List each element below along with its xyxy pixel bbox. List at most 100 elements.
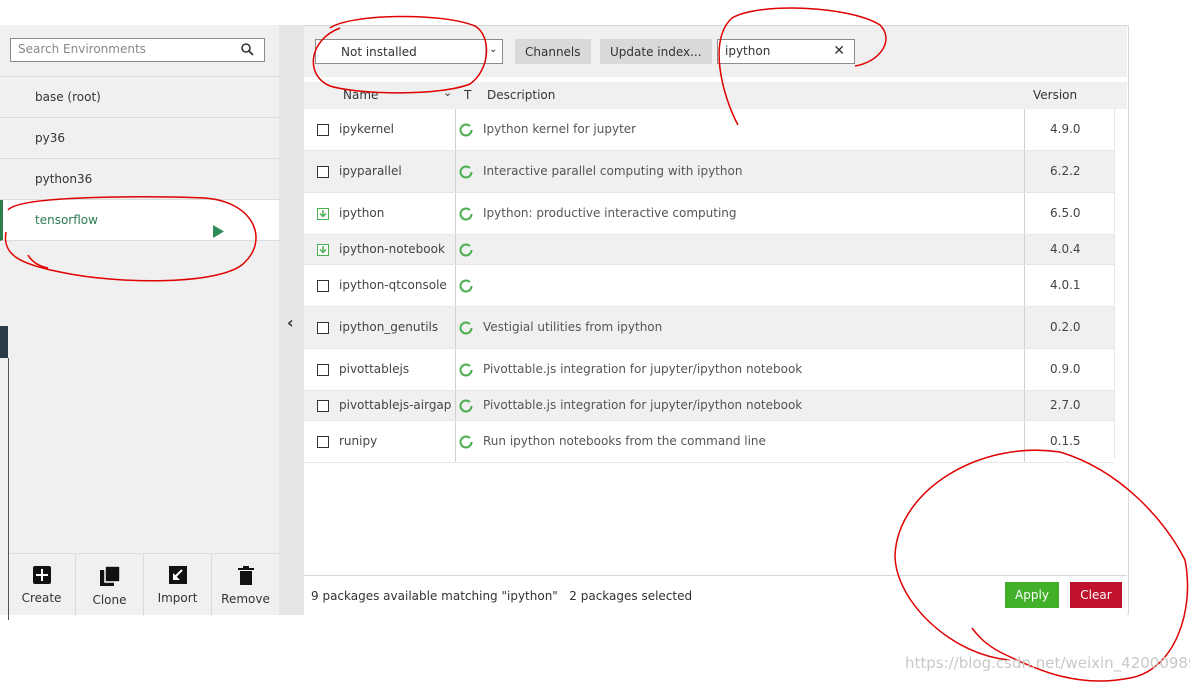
- header-version[interactable]: Version: [1033, 88, 1077, 102]
- package-search-input[interactable]: [725, 40, 825, 61]
- window-edge-line: [8, 358, 9, 620]
- chevron-down-icon[interactable]: ⌄: [443, 86, 452, 99]
- column-divider: [1024, 151, 1025, 192]
- table-scrollbar[interactable]: [1114, 109, 1128, 459]
- copy-icon: [99, 565, 121, 589]
- channels-button[interactable]: Channels: [515, 39, 591, 64]
- env-item-base[interactable]: base (root): [0, 77, 279, 118]
- package-description: Interactive parallel computing with ipyt…: [483, 164, 743, 178]
- status-ring-icon: [459, 363, 473, 380]
- packages-toolbar: Not installed ⌄ Channels Update index...…: [304, 26, 1127, 77]
- package-name: ipython: [339, 206, 385, 220]
- import-button[interactable]: Import: [144, 554, 212, 616]
- header-type[interactable]: T: [464, 88, 471, 102]
- install-checkbox-marked[interactable]: [317, 208, 329, 220]
- table-row[interactable]: ipython Ipython: productive interactive c…: [304, 193, 1114, 235]
- table-row[interactable]: pivottablejs Pivottable.js integration fo…: [304, 349, 1114, 391]
- column-divider: [455, 193, 456, 234]
- install-checkbox[interactable]: [317, 436, 329, 448]
- clear-button[interactable]: Clear: [1070, 582, 1122, 608]
- install-checkbox[interactable]: [317, 322, 329, 334]
- header-name[interactable]: Name: [343, 88, 378, 102]
- header-description[interactable]: Description: [487, 88, 555, 102]
- remove-button[interactable]: Remove: [212, 554, 279, 616]
- package-description: Run ipython notebooks from the command l…: [483, 434, 766, 448]
- column-divider: [455, 307, 456, 348]
- package-version: 0.1.5: [1050, 434, 1081, 448]
- table-row[interactable]: ipython-notebook 4.0.4: [304, 235, 1114, 265]
- status-text: 9 packages available matching "ipython" …: [311, 589, 692, 603]
- apply-button[interactable]: Apply: [1005, 582, 1059, 608]
- create-label: Create: [21, 591, 62, 605]
- package-name: runipy: [339, 434, 378, 448]
- column-divider: [1024, 307, 1025, 348]
- status-ring-icon: [459, 207, 473, 224]
- install-checkbox[interactable]: [317, 400, 329, 412]
- update-index-button[interactable]: Update index...: [600, 39, 712, 64]
- panel-collapse-strip[interactable]: ‹: [279, 25, 304, 615]
- table-row[interactable]: ipython-qtconsole 4.0.1: [304, 265, 1114, 307]
- search-icon[interactable]: [241, 43, 254, 59]
- remove-label: Remove: [221, 592, 270, 606]
- packages-panel: Not installed ⌄ Channels Update index...…: [304, 25, 1129, 616]
- package-version: 6.5.0: [1050, 206, 1081, 220]
- close-icon[interactable]: ✕: [833, 43, 845, 59]
- column-divider: [1024, 235, 1025, 264]
- column-divider: [455, 265, 456, 306]
- package-version: 4.0.1: [1050, 278, 1081, 292]
- package-filter-select[interactable]: Not installed ⌄: [315, 39, 503, 64]
- clone-button[interactable]: Clone: [76, 554, 144, 616]
- package-name: pivottablejs-airgap: [339, 398, 452, 412]
- column-divider: [455, 421, 456, 462]
- package-search-box[interactable]: ✕: [717, 39, 855, 64]
- install-checkbox[interactable]: [317, 124, 329, 136]
- env-item-tensorflow[interactable]: tensorflow: [0, 200, 279, 241]
- import-icon: [168, 566, 187, 587]
- clone-label: Clone: [92, 593, 127, 607]
- install-checkbox[interactable]: [317, 364, 329, 376]
- table-row[interactable]: ipyparallel Interactive parallel computin…: [304, 151, 1114, 193]
- create-button[interactable]: Create: [8, 554, 76, 616]
- window-edge: [0, 326, 8, 358]
- table-row[interactable]: ipykernel Ipython kernel for jupyter 4.9.0: [304, 109, 1114, 151]
- trash-icon: [237, 566, 254, 588]
- package-table-header: Name ⌄ T Description Version: [304, 82, 1127, 109]
- column-divider: [1024, 265, 1025, 306]
- status-selected: 2 packages selected: [569, 589, 693, 603]
- table-row[interactable]: ipython_genutils Vestigial utilities from…: [304, 307, 1114, 349]
- import-label: Import: [157, 591, 198, 605]
- install-checkbox[interactable]: [317, 166, 329, 178]
- package-description: Pivottable.js integration for jupyter/ip…: [483, 398, 803, 412]
- env-item-label: py36: [35, 131, 65, 145]
- column-divider: [455, 151, 456, 192]
- package-name: ipykernel: [339, 122, 395, 136]
- dropdown-toggle[interactable]: ⌄: [485, 40, 502, 63]
- package-version: 4.0.4: [1050, 242, 1081, 256]
- column-divider: [455, 349, 456, 390]
- column-divider: [455, 391, 456, 420]
- package-name: pivottablejs: [339, 362, 410, 376]
- install-checkbox-marked[interactable]: [317, 244, 329, 256]
- package-description: Pivottable.js integration for jupyter/ip…: [483, 362, 803, 376]
- column-divider: [1024, 391, 1025, 420]
- environment-search-box[interactable]: [10, 38, 265, 62]
- table-row[interactable]: runipy Run ipython notebooks from the com…: [304, 421, 1114, 463]
- environments-panel: base (root) py36 python36 tensorflow Cre…: [0, 25, 279, 616]
- install-checkbox[interactable]: [317, 280, 329, 292]
- status-ring-icon: [459, 435, 473, 452]
- env-item-label: tensorflow: [35, 213, 98, 227]
- environment-actions: Create Clone Import Remove: [8, 553, 279, 616]
- env-item-python36[interactable]: python36: [0, 159, 279, 200]
- package-version: 0.9.0: [1050, 362, 1081, 376]
- watermark: https://blog.csdn.net/weixin_42000989: [905, 654, 1190, 672]
- table-row[interactable]: pivottablejs-airgap Pivottable.js integra…: [304, 391, 1114, 421]
- env-item-label: base (root): [35, 90, 101, 104]
- column-divider: [1024, 349, 1025, 390]
- play-icon[interactable]: [213, 214, 224, 254]
- env-item-py36[interactable]: py36: [0, 118, 279, 159]
- column-divider: [455, 109, 456, 150]
- package-description: Ipython: productive interactive computin…: [483, 206, 737, 220]
- environment-search-input[interactable]: [18, 39, 233, 59]
- packages-footer: 9 packages available matching "ipython" …: [304, 575, 1127, 616]
- chevron-left-icon[interactable]: ‹: [287, 313, 294, 332]
